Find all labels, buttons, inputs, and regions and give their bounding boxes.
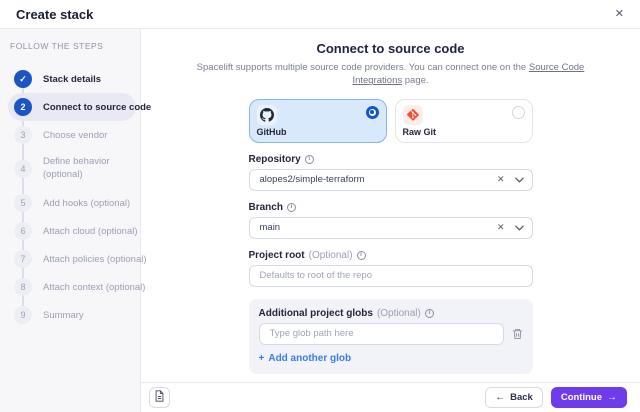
step-title: Connect to source code — [141, 41, 640, 56]
close-icon[interactable]: ✕ — [615, 9, 624, 20]
arrow-right-icon: → — [607, 393, 617, 403]
drawer-header: Create stack ✕ — [0, 0, 640, 29]
sidebar-step-connect-source-code[interactable]: 2 Connect to source code — [8, 93, 136, 121]
repository-input[interactable] — [258, 173, 487, 186]
provider-card-raw-git[interactable]: Raw Git — [395, 99, 533, 143]
branch-label: Branch — [249, 202, 283, 213]
sidebar-step-attach-context: 8 Attach context (optional) — [8, 273, 136, 301]
step-bullet: 9 — [14, 306, 32, 324]
repository-select[interactable]: ✕ — [249, 169, 533, 191]
sidebar-step-attach-policies: 7 Attach policies (optional) — [8, 245, 136, 273]
clear-icon[interactable]: ✕ — [497, 175, 505, 184]
step-label: Choose vendor — [43, 130, 107, 141]
additional-globs-section: Additional project globs (Optional) i — [249, 299, 533, 374]
project-root-label-row: Project root (Optional) i — [249, 250, 533, 261]
step-label: Define behavior (optional) — [43, 156, 127, 182]
sidebar-step-add-hooks: 5 Add hooks (optional) — [8, 189, 136, 217]
globs-label-row: Additional project globs (Optional) i — [259, 308, 523, 319]
step-label: Summary — [43, 310, 84, 321]
step-label: Attach policies (optional) — [43, 254, 147, 265]
provider-cards: GitHub Raw Git — [249, 99, 533, 143]
project-root-input[interactable] — [258, 269, 524, 282]
info-icon[interactable]: i — [287, 203, 296, 212]
provider-label: Raw Git — [403, 127, 525, 137]
branch-select[interactable]: ✕ — [249, 217, 533, 239]
steps-list: ✓ Stack details 2 Connect to source code… — [8, 65, 136, 329]
plus-icon: + — [259, 353, 265, 364]
provider-card-github[interactable]: GitHub — [249, 99, 387, 143]
step-bullet: 5 — [14, 194, 32, 212]
raw-git-radio[interactable] — [512, 106, 525, 119]
sidebar-step-stack-details[interactable]: ✓ Stack details — [8, 65, 136, 93]
glob-row — [259, 323, 523, 345]
page-title: Create stack — [16, 7, 93, 22]
provider-label: GitHub — [257, 127, 379, 137]
step-bullet: 3 — [14, 126, 32, 144]
continue-label: Continue — [561, 392, 602, 403]
git-icon — [403, 105, 423, 125]
sidebar-step-attach-cloud: 6 Attach cloud (optional) — [8, 217, 136, 245]
step-label: Add hooks (optional) — [43, 198, 130, 209]
subtitle-text-after: page. — [402, 75, 428, 86]
glob-path-input[interactable] — [268, 327, 495, 340]
sidebar-step-choose-vendor: 3 Choose vendor — [8, 121, 136, 149]
step-subtitle: Spacelift supports multiple source code … — [181, 61, 601, 88]
subtitle-text: Spacelift supports multiple source code … — [197, 62, 529, 73]
sidebar-step-define-behavior: 4 Define behavior (optional) — [8, 149, 136, 189]
step-content: Connect to source code Spacelift support… — [141, 29, 640, 382]
info-icon[interactable]: i — [357, 251, 366, 260]
add-another-glob-link[interactable]: + Add another glob — [259, 353, 523, 364]
sidebar-step-summary: 9 Summary — [8, 301, 136, 329]
info-icon[interactable]: i — [425, 309, 434, 318]
trash-icon[interactable] — [512, 328, 523, 340]
steps-sidebar: FOLLOW THE STEPS ✓ Stack details 2 Conne… — [0, 29, 141, 412]
check-icon: ✓ — [19, 74, 27, 85]
back-label: Back — [510, 392, 533, 403]
step-bullet: 2 — [14, 98, 32, 116]
chevron-down-icon[interactable] — [515, 225, 524, 231]
back-button[interactable]: ← Back — [485, 387, 543, 408]
sidebar-heading: FOLLOW THE STEPS — [10, 41, 136, 51]
optional-tag: (Optional) — [309, 250, 353, 261]
create-stack-drawer: Create stack ✕ FOLLOW THE STEPS ✓ Stack … — [0, 0, 640, 412]
repository-label: Repository — [249, 154, 301, 165]
step-bullet: 4 — [14, 160, 32, 178]
github-radio[interactable] — [366, 106, 379, 119]
glob-path-field[interactable] — [259, 323, 504, 345]
branch-input[interactable] — [258, 221, 487, 234]
info-icon[interactable]: i — [305, 155, 314, 164]
step-label: Connect to source code — [43, 102, 151, 113]
arrow-left-icon: ← — [495, 393, 505, 403]
step-bullet: 7 — [14, 250, 32, 268]
optional-tag: (Optional) — [377, 308, 421, 319]
step-bullet: 8 — [14, 278, 32, 296]
branch-label-row: Branch i — [249, 202, 533, 213]
continue-button[interactable]: Continue → — [551, 387, 627, 408]
view-config-button[interactable] — [149, 387, 170, 408]
step-bullet: ✓ — [14, 70, 32, 88]
wizard-footer: ← Back Continue → — [141, 382, 640, 412]
github-icon — [257, 105, 277, 125]
step-label: Attach context (optional) — [43, 282, 145, 293]
step-label: Stack details — [43, 74, 101, 85]
repository-label-row: Repository i — [249, 154, 533, 165]
chevron-down-icon[interactable] — [515, 177, 524, 183]
project-root-label: Project root — [249, 250, 305, 261]
step-label: Attach cloud (optional) — [43, 226, 138, 237]
document-icon — [154, 389, 165, 407]
step-bullet: 6 — [14, 222, 32, 240]
add-glob-label: Add another glob — [268, 353, 351, 364]
globs-label: Additional project globs — [259, 308, 373, 319]
project-root-field[interactable] — [249, 265, 533, 287]
clear-icon[interactable]: ✕ — [497, 223, 505, 232]
